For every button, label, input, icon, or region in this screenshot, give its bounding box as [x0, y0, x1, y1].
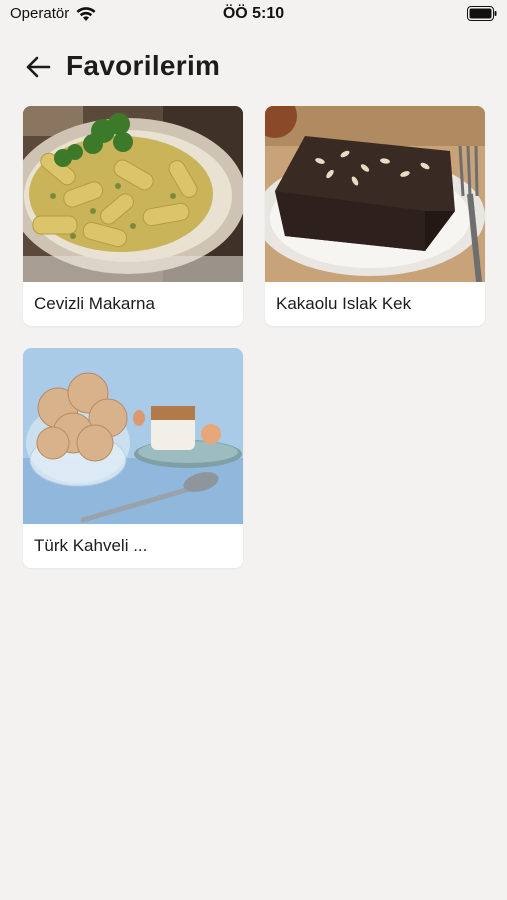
favorite-card-title: Cevizli Makarna — [34, 294, 155, 313]
favorites-grid: Cevizli Makarna Kakaolu Islak Kek Türk K… — [23, 106, 485, 568]
cake-photo — [265, 106, 485, 282]
battery-icon — [467, 6, 497, 21]
back-button[interactable] — [22, 53, 54, 81]
page-title: Favorilerim — [66, 50, 221, 81]
favorite-card[interactable]: Türk Kahveli ... — [23, 348, 243, 568]
ice-cream-photo — [23, 348, 243, 524]
arrow-left-icon — [26, 56, 51, 78]
favorite-card[interactable]: Cevizli Makarna — [23, 106, 243, 326]
header: Favorilerim — [0, 44, 507, 90]
favorite-card[interactable]: Kakaolu Islak Kek — [265, 106, 485, 326]
status-bar: Operatör ÖÖ 5:10 — [0, 0, 507, 30]
pasta-photo — [23, 106, 243, 282]
status-time: ÖÖ 5:10 — [222, 5, 285, 22]
favorite-card-title: Kakaolu Islak Kek — [276, 294, 412, 313]
favorite-card-title: Türk Kahveli ... — [34, 536, 148, 555]
